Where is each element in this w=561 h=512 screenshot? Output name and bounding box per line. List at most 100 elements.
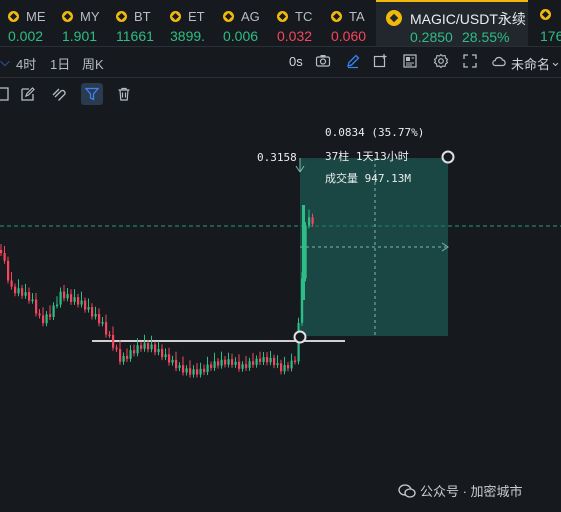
timeframe-weekly[interactable]: 周K [82,54,104,73]
watermark: 公众号 · 加密城市 [398,481,523,500]
replay-button[interactable]: 0s [289,54,303,69]
candle-body [108,334,111,337]
ticker-price: 0.002 [8,28,44,44]
trash-icon[interactable] [113,83,135,105]
candle-body [262,357,265,363]
chart-toolbar: ⌵ 4时 1日 周K 0s 未命名 ⌄ [0,47,561,78]
ticker-price: 0.032 [277,28,313,44]
candle-body [178,365,181,369]
ticker-price: 0.006 [223,28,259,44]
candle-body [10,280,13,287]
candle-body [210,364,213,368]
candle-body [150,344,153,350]
candle-body [189,368,192,375]
candle-body [192,369,195,375]
coin-icon [116,11,127,22]
chart-area[interactable]: 0.3158 0.0834 (35.77%) 37柱 1天13小时 成交量 94… [0,110,561,512]
ticker-price: 0.060 [331,28,367,44]
filter-icon[interactable] [81,83,103,105]
candle-body [157,348,160,353]
timeframe-1d[interactable]: 1日 [50,54,70,73]
candle-body [91,307,94,317]
candle-body [238,361,241,369]
layout-name-dropdown[interactable]: 未命名 [511,54,550,73]
candle-body [308,217,311,226]
coin-icon [331,11,342,22]
ticker-symbol: ME [26,9,46,24]
candle-body [154,344,157,353]
measure-start-handle[interactable] [293,330,307,344]
price-label: 0.3158 [257,151,297,164]
candle-body [140,345,143,349]
candle-body [31,299,34,302]
candle-body [280,363,283,372]
active-ticker-tab[interactable]: MAGIC/USDT永续 0.2850 28.55% [376,0,528,46]
measure-volume-label: 成交量 947.13M [325,172,411,185]
candle-body [161,348,164,358]
candle-body [168,354,171,363]
candle-body [171,359,174,363]
candle-body [42,315,45,324]
wechat-icon [398,483,416,498]
candle-body [217,361,220,366]
candle-body [224,359,227,365]
chevron-down-icon[interactable]: ⌄ [550,54,561,70]
candle-body [290,360,293,369]
candle-body [245,364,248,368]
watermark-text: 公众号 · 加密城市 [420,484,523,499]
binance-icon [386,10,402,26]
candle-body [196,369,199,375]
candle-body [199,368,202,375]
candle-body [175,359,178,369]
active-ticker-price: 0.2850 [410,29,453,45]
candle-body [231,359,234,365]
candle-body [112,335,115,348]
coin-icon [223,11,234,22]
ticker-symbol: BT [134,9,151,24]
edit-note-icon[interactable] [17,83,39,105]
fullscreen-icon[interactable] [462,53,478,69]
candle-body [252,361,255,365]
candle-body [98,313,101,324]
candle-body [70,294,73,302]
candle-body [63,291,66,299]
ticker-symbol: MY [80,9,100,24]
candlestick-chart [0,150,561,378]
coin-icon [62,11,73,22]
ticker-strip: ME 0.002 MY 1.901 BT 11661 ET 3899. AG 0… [0,0,561,47]
candle-body [49,314,52,317]
add-window-icon[interactable] [373,53,389,69]
ticker-price: 1.901 [62,28,98,44]
coin-icon [170,11,181,22]
camera-icon[interactable] [315,53,331,69]
candle-body [255,358,258,365]
candle-body [84,300,87,310]
timeframe-partial-icon[interactable]: ⌵ [0,54,10,70]
candle-body [129,350,132,359]
active-ticker-change: 28.55% [462,29,510,45]
candle-body [273,357,276,366]
coin-icon [540,9,551,20]
ticker-symbol: TC [295,9,313,24]
candle-body [56,304,59,307]
gear-icon[interactable] [433,53,449,69]
candle-body [28,292,31,301]
candle-body [143,343,146,349]
candle-body [122,355,125,362]
coin-icon [8,11,19,22]
candle-body [101,322,104,324]
measure-change-label: 0.0834 (35.77%) [325,126,425,139]
coin-icon [277,11,288,22]
timeframe-4h[interactable]: 4时 [16,54,36,73]
layout-icon[interactable] [402,53,418,69]
measure-end-handle[interactable] [441,150,455,164]
candle-body [269,357,272,363]
cloud-icon[interactable] [491,53,507,69]
candles-group [0,205,314,378]
drawing-tool-partial-icon[interactable] [0,83,14,105]
magnet-icon[interactable] [48,83,70,105]
pencil-icon[interactable] [345,53,361,69]
candle-body [45,314,48,324]
drawing-toolbar [0,78,561,110]
candle-body [21,288,24,296]
